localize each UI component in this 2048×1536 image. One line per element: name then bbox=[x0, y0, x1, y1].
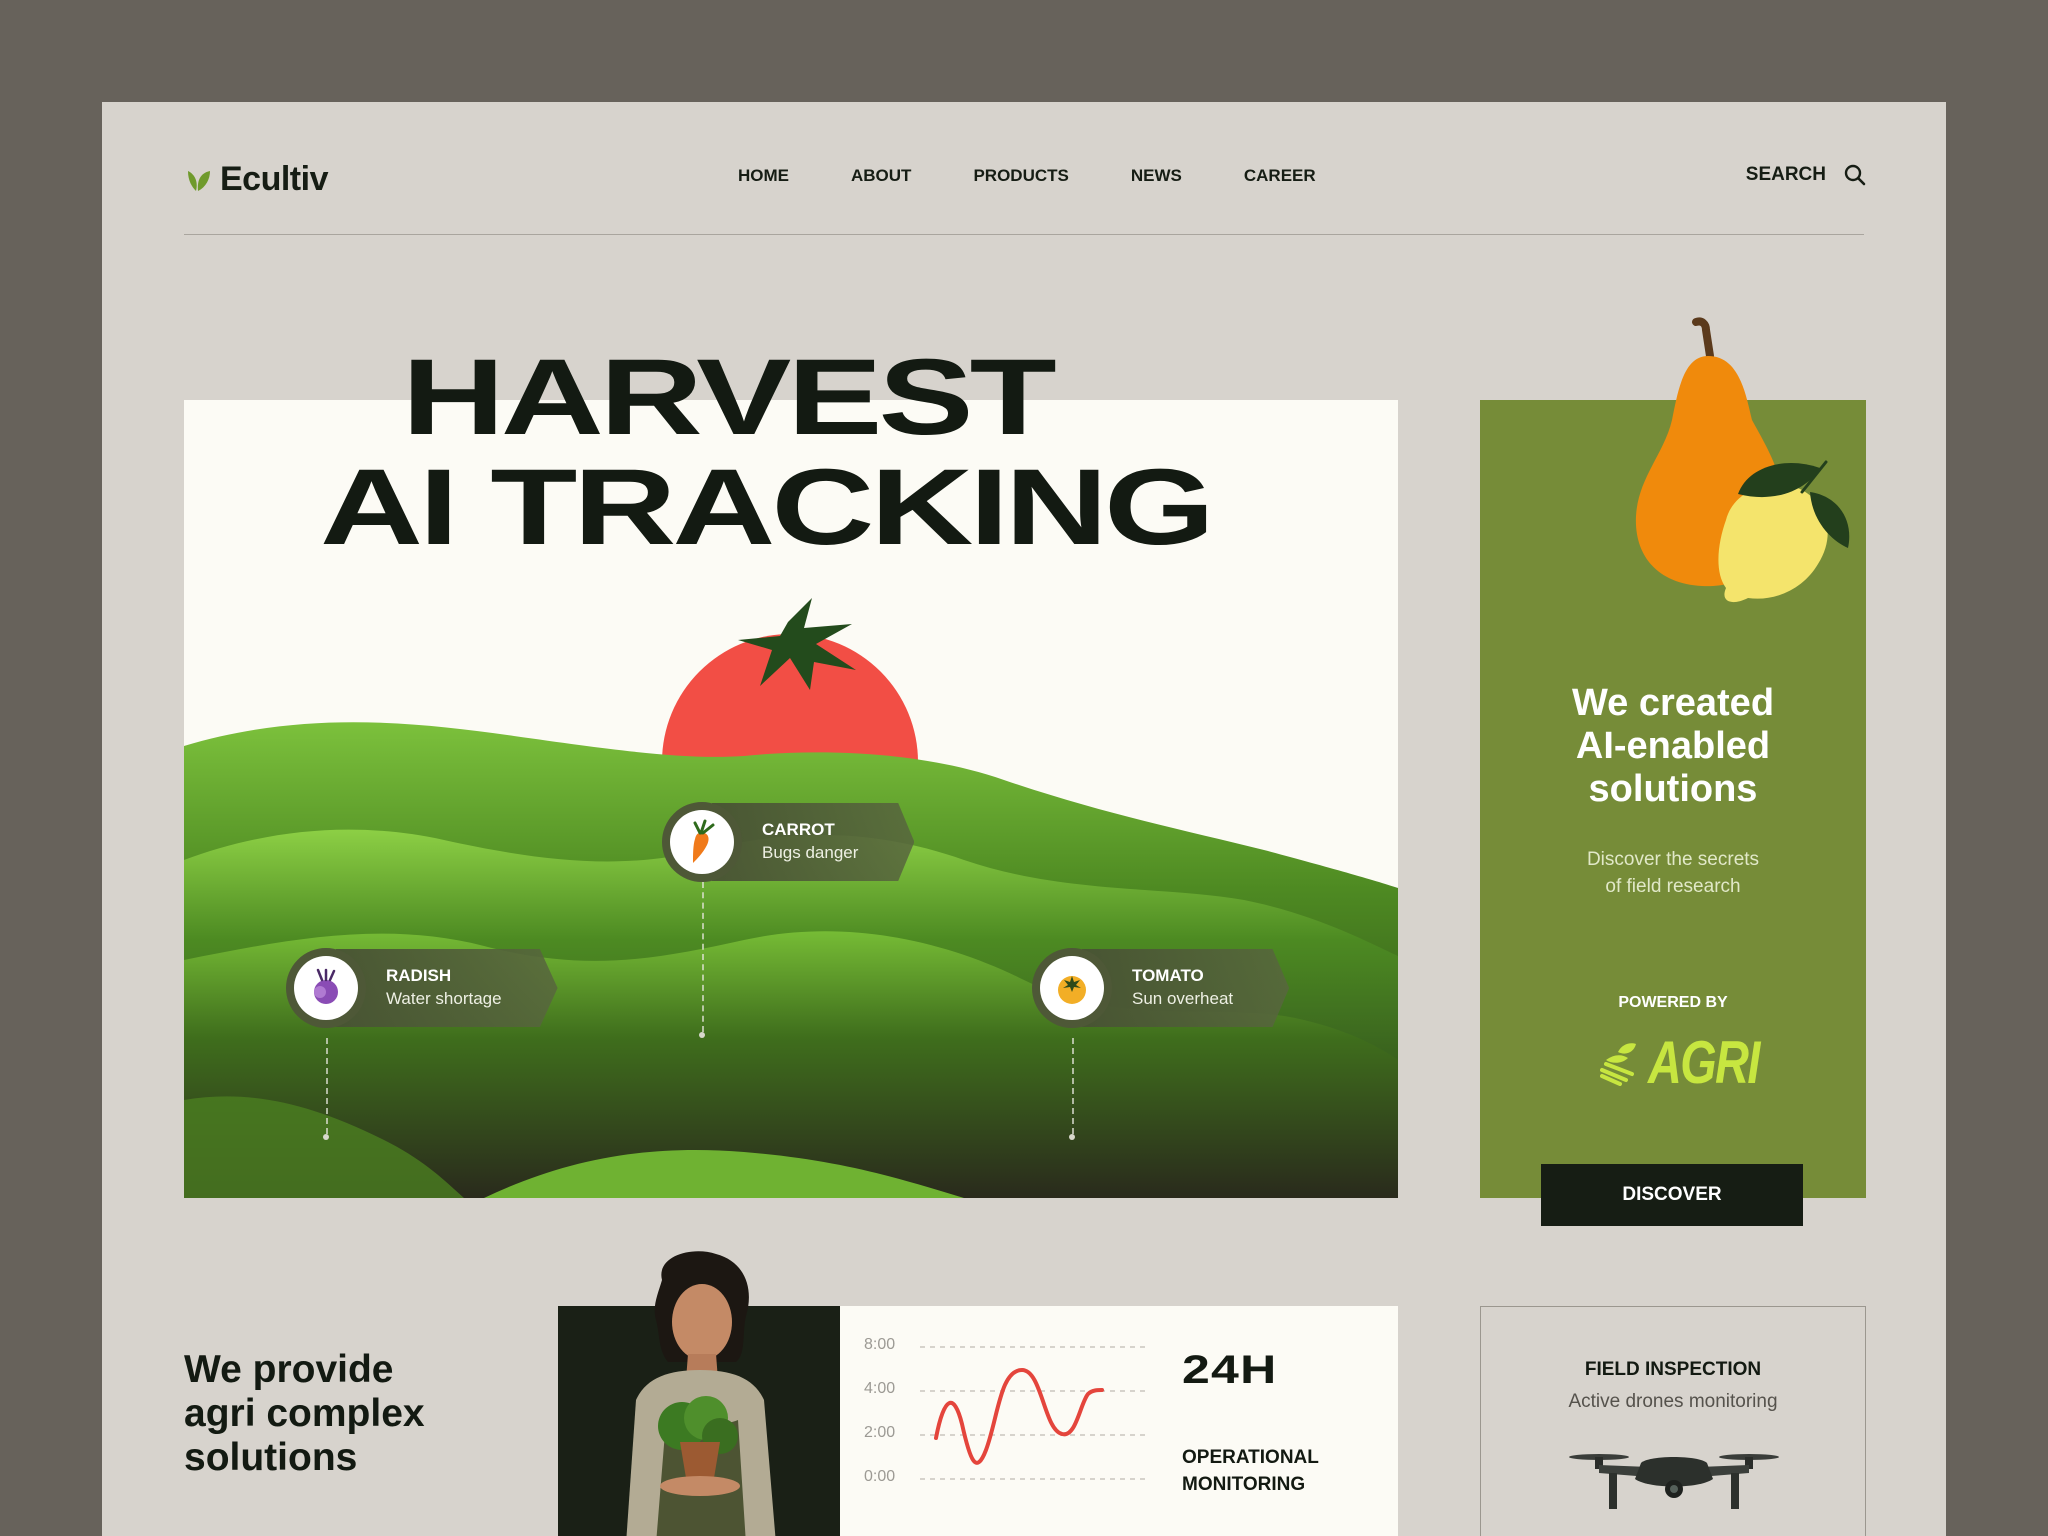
tomato-badge bbox=[1032, 948, 1112, 1028]
nav-item-about[interactable]: ABOUT bbox=[851, 166, 911, 186]
tomato-icon bbox=[1058, 976, 1086, 1004]
hero-headline-line1: HARVEST bbox=[401, 336, 1057, 457]
crop-tag-radish[interactable]: RADISH Water shortage bbox=[286, 948, 558, 1028]
carrot-tag-connector bbox=[702, 882, 704, 1032]
field-inspection-title: FIELD INSPECTION bbox=[1584, 1359, 1762, 1380]
hero-headline: HARVEST AI TRACKING bbox=[320, 336, 1215, 567]
monitoring-line-chart bbox=[920, 1346, 1150, 1480]
services-heading-line2: agri complex bbox=[184, 1392, 425, 1435]
carrot-tag-dot bbox=[699, 1032, 705, 1038]
brand-name: Ecultiv bbox=[220, 160, 328, 198]
crop-tag-carrot[interactable]: CARROT Bugs danger bbox=[662, 802, 915, 882]
brand-logo[interactable]: Ecultiv bbox=[184, 160, 328, 199]
radish-tag-status: Water shortage bbox=[386, 989, 502, 1008]
pear-lemon-illustration bbox=[1635, 317, 1850, 603]
field-inspection-card[interactable]: FIELD INSPECTION Active drones monitorin… bbox=[1480, 1306, 1866, 1536]
nav-item-career[interactable]: CAREER bbox=[1244, 166, 1316, 186]
radish-badge bbox=[286, 948, 366, 1028]
chart-y-label: 8:00 bbox=[864, 1336, 896, 1353]
services-heading-line3: solutions bbox=[184, 1436, 358, 1479]
carrot-tag-crop: CARROT bbox=[762, 820, 835, 839]
radish-tag-crop: RADISH bbox=[386, 966, 452, 985]
main-nav: HOME ABOUT PRODUCTS NEWS CAREER bbox=[738, 166, 1316, 186]
nav-item-news[interactable]: NEWS bbox=[1131, 166, 1182, 186]
agri-partner-logo: AGRI bbox=[1600, 1028, 1790, 1097]
search-label: SEARCH bbox=[1745, 164, 1826, 185]
promo-title-line3: solutions bbox=[1588, 768, 1758, 810]
discover-button[interactable]: DISCOVER bbox=[1541, 1164, 1803, 1226]
promo-subtitle-line2: of field research bbox=[1605, 876, 1741, 897]
monitoring-series-line bbox=[934, 1367, 1104, 1465]
promo-title: We created AI-enabled solutions bbox=[1480, 682, 1866, 811]
promo-subtitle: Discover the secrets of field research bbox=[1480, 846, 1866, 900]
nav-item-products[interactable]: PRODUCTS bbox=[973, 166, 1068, 186]
radish-tag-connector bbox=[326, 1038, 328, 1134]
tomato-sun-icon bbox=[662, 598, 918, 762]
chart-y-label: 4:00 bbox=[864, 1380, 896, 1397]
services-heading-line1: We provide bbox=[184, 1348, 394, 1391]
page: Ecultiv HOME ABOUT PRODUCTS NEWS CAREER … bbox=[102, 102, 1946, 1536]
agri-leaf-icon bbox=[1600, 1042, 1636, 1086]
drone-icon bbox=[1569, 1454, 1779, 1509]
tomato-tag-status: Sun overheat bbox=[1132, 989, 1234, 1008]
radish-tag-dot bbox=[323, 1134, 329, 1140]
carrot-icon bbox=[693, 819, 715, 863]
search-button[interactable]: SEARCH bbox=[1746, 164, 1866, 186]
monitoring-label-line2: MONITORING bbox=[1182, 1474, 1306, 1495]
chart-y-label: 0:00 bbox=[864, 1468, 896, 1485]
powered-by-label: POWERED BY bbox=[1618, 994, 1728, 1011]
search-icon bbox=[1844, 164, 1866, 186]
promo-title-line1: We created bbox=[1571, 682, 1775, 724]
chart-y-label: 2:00 bbox=[864, 1424, 896, 1441]
carrot-tag-status: Bugs danger bbox=[762, 843, 859, 862]
monitoring-label: OPERATIONAL MONITORING bbox=[1182, 1444, 1319, 1498]
hero-headline-line2: AI TRACKING bbox=[320, 446, 1215, 567]
radish-icon bbox=[314, 968, 338, 1004]
nav-item-home[interactable]: HOME bbox=[738, 166, 789, 186]
tomato-tag-crop: TOMATO bbox=[1132, 966, 1204, 985]
agri-partner-name: AGRI bbox=[1648, 1029, 1760, 1096]
leaf-logo-icon bbox=[188, 170, 210, 191]
field-inspection-subtitle: Active drones monitoring bbox=[1568, 1391, 1778, 1412]
services-heading: We provide agri complex solutions bbox=[184, 1348, 425, 1480]
monitoring-card: 8:00 4:00 2:00 0:00 24H OPERATIONAL MONI… bbox=[840, 1306, 1398, 1536]
header-divider bbox=[184, 234, 1864, 235]
promo-subtitle-line1: Discover the secrets bbox=[1586, 849, 1760, 870]
tomato-tag-dot bbox=[1069, 1134, 1075, 1140]
crop-tag-tomato[interactable]: TOMATO Sun overheat bbox=[1032, 948, 1290, 1028]
monitoring-headline: 24H bbox=[1182, 1348, 1278, 1392]
tomato-tag-connector bbox=[1072, 1038, 1074, 1134]
promo-title-line2: AI-enabled bbox=[1575, 725, 1771, 767]
carrot-badge bbox=[662, 802, 742, 882]
farmer-portrait bbox=[626, 1251, 776, 1536]
monitoring-label-line1: OPERATIONAL bbox=[1182, 1447, 1319, 1468]
